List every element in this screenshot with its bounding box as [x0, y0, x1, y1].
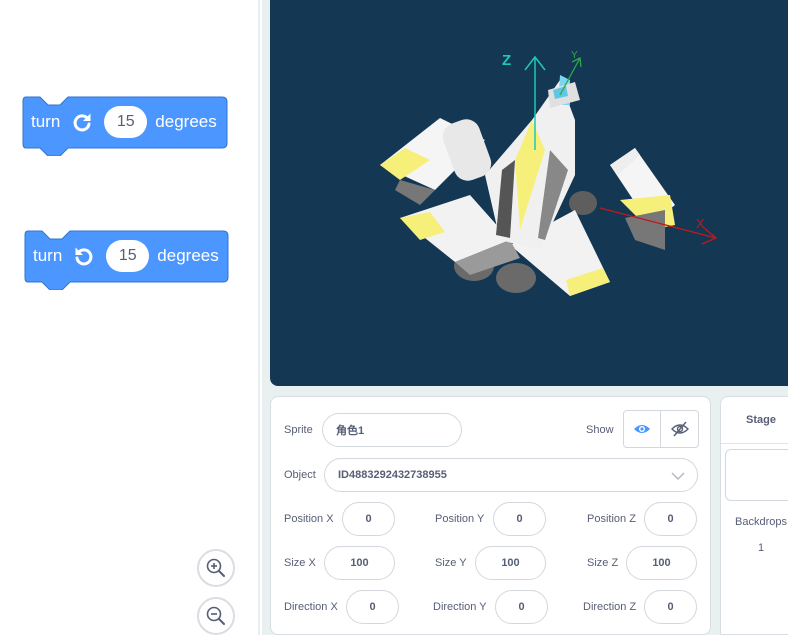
- object-select[interactable]: ID4883292432738955: [324, 458, 698, 492]
- block-unit: degrees: [155, 112, 217, 131]
- direction-z-input[interactable]: 0: [644, 590, 697, 624]
- y-axis-label: Y: [571, 50, 578, 61]
- sprite-label: Sprite: [284, 424, 313, 436]
- x-axis-label: X: [696, 216, 705, 231]
- object-label: Object: [284, 469, 316, 481]
- backdrops-count: 1: [758, 542, 765, 554]
- degrees-input[interactable]: 15: [104, 106, 148, 138]
- show-label: Show: [586, 424, 614, 436]
- degrees-input[interactable]: 15: [106, 240, 150, 272]
- zoom-in-icon: [206, 558, 225, 577]
- eye-hidden-icon: [670, 421, 689, 437]
- size-y-label: Size Y: [435, 557, 467, 569]
- chevron-down-icon: [671, 472, 685, 480]
- rotate-right-icon: [70, 110, 94, 134]
- sprite-name-input[interactable]: 角色1: [322, 413, 462, 447]
- zoom-in-button[interactable]: [197, 549, 235, 587]
- show-visible-button[interactable]: [624, 411, 662, 447]
- object-value: ID4883292432738955: [338, 469, 447, 481]
- turn-left-block[interactable]: turn 15 degrees: [24, 230, 229, 290]
- turn-right-block[interactable]: turn 15 degrees: [22, 96, 228, 156]
- position-x-label: Position X: [284, 513, 334, 525]
- spaceship-model[interactable]: [270, 0, 788, 386]
- size-x-label: Size X: [284, 557, 316, 569]
- zoom-out-icon: [206, 606, 225, 625]
- app: turn 15 degrees turn 15 degrees Z Y X Sp…: [0, 0, 788, 635]
- stage-selector-panel[interactable]: Stage Backdrops 1: [720, 396, 788, 635]
- position-y-label: Position Y: [435, 513, 485, 525]
- zoom-out-button[interactable]: [197, 597, 235, 635]
- position-z-input[interactable]: 0: [644, 502, 697, 536]
- backdrops-label: Backdrops: [735, 516, 787, 528]
- direction-x-label: Direction X: [284, 601, 338, 613]
- size-x-input[interactable]: 100: [324, 546, 395, 580]
- direction-z-label: Direction Z: [583, 601, 637, 613]
- show-toggle-group: [623, 410, 699, 448]
- direction-x-input[interactable]: 0: [346, 590, 399, 624]
- stage-thumbnail[interactable]: [725, 449, 788, 501]
- direction-y-label: Direction Y: [433, 601, 487, 613]
- code-workspace[interactable]: turn 15 degrees turn 15 degrees: [0, 0, 258, 635]
- sprite-info-panel: Sprite 角色1 Show Object ID488329243273895…: [270, 396, 711, 635]
- size-z-input[interactable]: 100: [626, 546, 697, 580]
- show-hidden-button[interactable]: [661, 411, 698, 447]
- workspace-divider: [258, 0, 260, 635]
- size-z-label: Size Z: [587, 557, 619, 569]
- position-z-label: Position Z: [587, 513, 636, 525]
- rotate-left-icon: [72, 244, 96, 268]
- direction-y-input[interactable]: 0: [495, 590, 548, 624]
- z-axis-label: Z: [502, 52, 512, 69]
- block-unit: degrees: [157, 246, 219, 265]
- stage-title: Stage: [721, 397, 788, 444]
- position-x-input[interactable]: 0: [342, 502, 395, 536]
- eye-icon: [634, 425, 650, 433]
- size-y-input[interactable]: 100: [475, 546, 546, 580]
- block-word: turn: [33, 246, 63, 265]
- stage-canvas[interactable]: Z Y X: [270, 0, 788, 386]
- block-word: turn: [31, 112, 61, 131]
- position-y-input[interactable]: 0: [493, 502, 546, 536]
